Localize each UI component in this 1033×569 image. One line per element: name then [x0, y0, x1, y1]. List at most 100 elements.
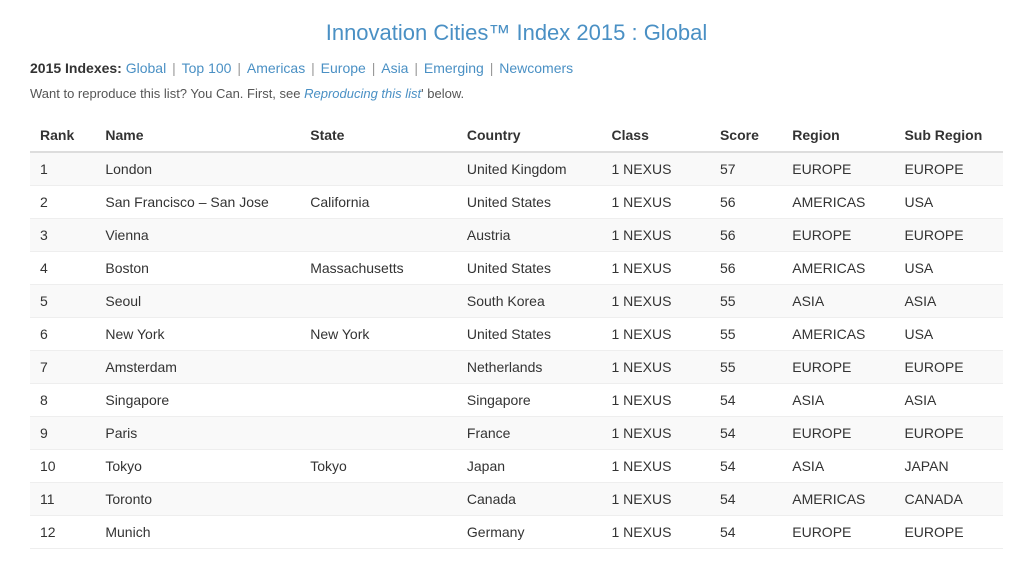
cell-name: Vienna	[95, 219, 300, 252]
index-link-top-100[interactable]: Top 100	[182, 60, 232, 76]
table-row: 11Toronto Canada1 NEXUS54AMERICASCANADA	[30, 483, 1003, 516]
separator: |	[410, 60, 421, 76]
cell-score: 56	[710, 186, 782, 219]
cell-name: San Francisco – San Jose	[95, 186, 300, 219]
col-header-rank: Rank	[30, 119, 95, 152]
cell-score: 56	[710, 252, 782, 285]
cell-name: Seoul	[95, 285, 300, 318]
table-row: 7AmsterdamNetherlands1 NEXUS55EUROPEEURO…	[30, 351, 1003, 384]
cell-country: Canada	[457, 483, 602, 516]
table-header-row: Rank Name State Country Class Score Regi…	[30, 119, 1003, 152]
cell-state	[300, 152, 457, 186]
cell-subregion: EUROPE	[894, 219, 1003, 252]
cell-rank: 8	[30, 384, 95, 417]
cell-class: 1 NEXUS	[602, 186, 710, 219]
separator: |	[368, 60, 379, 76]
cell-region: AMERICAS	[782, 483, 894, 516]
index-link-americas[interactable]: Americas	[247, 60, 305, 76]
cell-class: 1 NEXUS	[602, 417, 710, 450]
cell-class: 1 NEXUS	[602, 285, 710, 318]
cell-rank: 2	[30, 186, 95, 219]
cell-subregion: ASIA	[894, 285, 1003, 318]
separator: |	[486, 60, 497, 76]
cell-subregion: USA	[894, 186, 1003, 219]
cell-state	[300, 285, 457, 318]
cell-region: EUROPE	[782, 351, 894, 384]
cell-class: 1 NEXUS	[602, 252, 710, 285]
cell-score: 54	[710, 516, 782, 549]
cell-country: United Kingdom	[457, 152, 602, 186]
cell-subregion: EUROPE	[894, 152, 1003, 186]
cell-name: Singapore	[95, 384, 300, 417]
cell-region: ASIA	[782, 384, 894, 417]
cell-subregion: USA	[894, 318, 1003, 351]
cell-score: 54	[710, 417, 782, 450]
cell-country: Japan	[457, 450, 602, 483]
cell-class: 1 NEXUS	[602, 384, 710, 417]
cell-state	[300, 351, 457, 384]
table-row: 9ParisFrance1 NEXUS54EUROPEEUROPE	[30, 417, 1003, 450]
table-row: 3ViennaAustria1 NEXUS56EUROPEEUROPE	[30, 219, 1003, 252]
cell-rank: 3	[30, 219, 95, 252]
col-header-score: Score	[710, 119, 782, 152]
col-header-region: Region	[782, 119, 894, 152]
cell-state	[300, 483, 457, 516]
cell-region: ASIA	[782, 285, 894, 318]
cell-subregion: EUROPE	[894, 351, 1003, 384]
cell-score: 56	[710, 219, 782, 252]
cell-score: 55	[710, 318, 782, 351]
index-link-newcomers[interactable]: Newcomers	[499, 60, 573, 76]
cell-class: 1 NEXUS	[602, 152, 710, 186]
cell-score: 57	[710, 152, 782, 186]
index-link-europe[interactable]: Europe	[321, 60, 366, 76]
page-title: Innovation Cities™ Index 2015 : Global	[30, 20, 1003, 46]
cell-country: South Korea	[457, 285, 602, 318]
cell-name: London	[95, 152, 300, 186]
cell-country: Austria	[457, 219, 602, 252]
cell-subregion: CANADA	[894, 483, 1003, 516]
cell-country: United States	[457, 186, 602, 219]
table-row: 8SingaporeSingapore1 NEXUS54ASIAASIA	[30, 384, 1003, 417]
cell-name: New York	[95, 318, 300, 351]
col-header-country: Country	[457, 119, 602, 152]
col-header-state: State	[300, 119, 457, 152]
cell-country: France	[457, 417, 602, 450]
cell-class: 1 NEXUS	[602, 483, 710, 516]
cell-rank: 6	[30, 318, 95, 351]
indexes-label: 2015 Indexes:	[30, 60, 122, 76]
index-link-emerging[interactable]: Emerging	[424, 60, 484, 76]
cell-score: 54	[710, 483, 782, 516]
cell-name: Amsterdam	[95, 351, 300, 384]
index-link-asia[interactable]: Asia	[381, 60, 408, 76]
index-link-global[interactable]: Global	[126, 60, 166, 76]
cell-subregion: USA	[894, 252, 1003, 285]
cell-rank: 11	[30, 483, 95, 516]
cell-state	[300, 384, 457, 417]
cell-region: EUROPE	[782, 152, 894, 186]
reproduce-after: ' below.	[421, 86, 464, 101]
cell-rank: 1	[30, 152, 95, 186]
indexes-links[interactable]: Global | Top 100 | Americas | Europe | A…	[126, 60, 573, 76]
cell-name: Munich	[95, 516, 300, 549]
table-body: 1LondonUnited Kingdom1 NEXUS57EUROPEEURO…	[30, 152, 1003, 549]
cell-rank: 10	[30, 450, 95, 483]
cell-score: 54	[710, 450, 782, 483]
reproduce-link[interactable]: Reproducing this list	[304, 86, 421, 101]
indexes-line: 2015 Indexes: Global | Top 100 | America…	[30, 60, 1003, 76]
cell-name: Tokyo	[95, 450, 300, 483]
cell-name: Toronto	[95, 483, 300, 516]
cell-rank: 12	[30, 516, 95, 549]
cell-state: New York	[300, 318, 457, 351]
separator: |	[168, 60, 179, 76]
cell-region: ASIA	[782, 450, 894, 483]
table-row: 1LondonUnited Kingdom1 NEXUS57EUROPEEURO…	[30, 152, 1003, 186]
col-header-class: Class	[602, 119, 710, 152]
cell-class: 1 NEXUS	[602, 351, 710, 384]
table-row: 12MunichGermany1 NEXUS54EUROPEEUROPE	[30, 516, 1003, 549]
cell-name: Paris	[95, 417, 300, 450]
cell-score: 55	[710, 285, 782, 318]
col-header-name: Name	[95, 119, 300, 152]
cell-class: 1 NEXUS	[602, 219, 710, 252]
cell-country: Netherlands	[457, 351, 602, 384]
cell-subregion: ASIA	[894, 384, 1003, 417]
